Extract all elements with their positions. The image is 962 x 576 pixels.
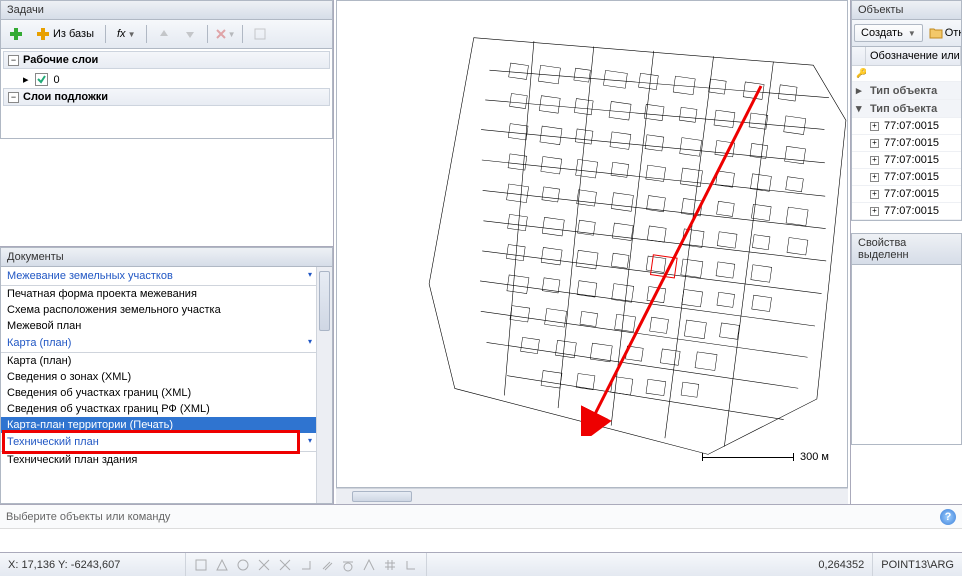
- snap-perpendicular-icon[interactable]: [297, 556, 315, 574]
- doc-item[interactable]: Схема расположения земельного участка: [1, 302, 316, 318]
- hscroll-thumb[interactable]: [352, 491, 412, 502]
- delete-button[interactable]: ▼: [214, 23, 236, 45]
- documents-header: Документы: [0, 247, 333, 267]
- type-row[interactable]: Тип объекта: [866, 100, 961, 117]
- doc-group-survey[interactable]: Межевание земельных участков: [1, 267, 316, 286]
- doc-item-selected[interactable]: Карта-план территории (Печать): [1, 417, 316, 433]
- doc-item[interactable]: Межевой план: [1, 318, 316, 334]
- status-path: POINT13\ARG: [873, 553, 962, 576]
- tasks-body: −Рабочие слои ▸ 0 −Слои подложки: [0, 49, 333, 139]
- doc-item[interactable]: Сведения об участках границ РФ (XML): [1, 401, 316, 417]
- objects-toolbar: Создать▼ Откр: [851, 20, 962, 47]
- from-base-button[interactable]: Из базы: [31, 23, 99, 45]
- command-prompt: Выберите объекты или команду: [6, 511, 170, 523]
- grid-row[interactable]: +77:07:0015: [866, 186, 961, 202]
- snap-node-icon[interactable]: [255, 556, 273, 574]
- ortho-icon[interactable]: [402, 556, 420, 574]
- doc-group-tech[interactable]: Технический план: [1, 433, 316, 452]
- objects-header: Объекты: [851, 0, 962, 20]
- doc-item[interactable]: Печатная форма проекта межевания: [1, 286, 316, 302]
- open-button[interactable]: Откр: [925, 22, 962, 44]
- snap-nearest-icon[interactable]: [360, 556, 378, 574]
- status-tool-icons: [186, 553, 427, 576]
- work-layers-label: Рабочие слои: [23, 54, 98, 66]
- cadastral-map: [337, 1, 847, 479]
- props-body: [851, 265, 962, 445]
- snap-parallel-icon[interactable]: [318, 556, 336, 574]
- documents-list: Межевание земельных участков Печатная фо…: [0, 267, 333, 504]
- grid-row[interactable]: +77:07:0015: [866, 169, 961, 185]
- docs-scroll-thumb[interactable]: [319, 271, 330, 331]
- snap-midpoint-icon[interactable]: [213, 556, 231, 574]
- base-layers-group[interactable]: −Слои подложки: [3, 88, 330, 106]
- tasks-header: Задачи: [0, 0, 333, 20]
- base-layers-label: Слои подложки: [23, 91, 108, 103]
- down-button[interactable]: [179, 23, 201, 45]
- open-label: Откр: [945, 27, 962, 39]
- grid-row[interactable]: +77:07:0015: [866, 118, 961, 134]
- objects-title: Объекты: [858, 4, 903, 16]
- scale-label: 300 м: [800, 451, 829, 463]
- grid-column-header[interactable]: Обозначение или: [866, 47, 961, 65]
- tasks-toolbar: Из базы fx▼ ▼: [0, 20, 333, 49]
- status-ratio: 0,264352: [810, 553, 873, 576]
- fx-button[interactable]: fx▼: [112, 23, 140, 45]
- row-indicator-icon: ▸: [23, 73, 29, 86]
- layer-name: 0: [54, 74, 60, 86]
- grid-row[interactable]: +77:07:0015: [866, 203, 961, 219]
- blank-bar: [0, 528, 962, 552]
- map-canvas[interactable]: 300 м: [336, 0, 848, 488]
- up-button[interactable]: [153, 23, 175, 45]
- help-icon[interactable]: ?: [940, 509, 956, 525]
- props-title: Свойства выделенн: [858, 237, 955, 261]
- snap-intersection-icon[interactable]: [276, 556, 294, 574]
- key-icon: 🔑: [856, 68, 866, 79]
- create-button[interactable]: Создать▼: [854, 24, 923, 42]
- documents-title: Документы: [7, 251, 64, 263]
- doc-item[interactable]: Сведения о зонах (XML): [1, 369, 316, 385]
- snap-center-icon[interactable]: [234, 556, 252, 574]
- collapse-icon[interactable]: −: [8, 55, 19, 66]
- status-coords: X: 17,136 Y: -6243,607: [0, 553, 186, 576]
- scale-bar: 300 м: [702, 451, 829, 463]
- work-layers-group[interactable]: −Рабочие слои: [3, 51, 330, 69]
- doc-group-map[interactable]: Карта (план): [1, 334, 316, 353]
- grid-row[interactable]: +77:07:0015: [866, 135, 961, 151]
- docs-scrollbar[interactable]: [316, 267, 332, 503]
- command-bar[interactable]: Выберите объекты или команду ?: [0, 504, 962, 528]
- options-button[interactable]: [249, 23, 271, 45]
- from-base-label: Из базы: [53, 28, 94, 40]
- fx-label: fx: [117, 28, 126, 40]
- doc-item[interactable]: Карта (план): [1, 353, 316, 369]
- add-button[interactable]: [5, 23, 27, 45]
- snap-endpoint-icon[interactable]: [192, 556, 210, 574]
- type-row[interactable]: Тип объекта: [866, 82, 961, 99]
- snap-grid-icon[interactable]: [381, 556, 399, 574]
- status-bar: X: 17,136 Y: -6243,607 0,264352 POINT13\…: [0, 552, 962, 576]
- doc-item[interactable]: Сведения об участках границ (XML): [1, 385, 316, 401]
- layer-row-0[interactable]: ▸ 0: [3, 71, 330, 88]
- props-header: Свойства выделенн: [851, 233, 962, 265]
- grid-row[interactable]: +77:07:0015: [866, 152, 961, 168]
- doc-item[interactable]: Технический план здания: [1, 452, 316, 468]
- layer-visible-checkbox[interactable]: [35, 73, 48, 86]
- collapse-icon[interactable]: −: [8, 92, 19, 103]
- create-label: Создать: [861, 27, 903, 39]
- objects-grid[interactable]: Обозначение или 🔑 ▸Тип объекта ▾Тип объе…: [851, 47, 962, 221]
- snap-tangent-icon[interactable]: [339, 556, 357, 574]
- tasks-title: Задачи: [7, 4, 44, 16]
- canvas-hscrollbar[interactable]: [336, 488, 848, 504]
